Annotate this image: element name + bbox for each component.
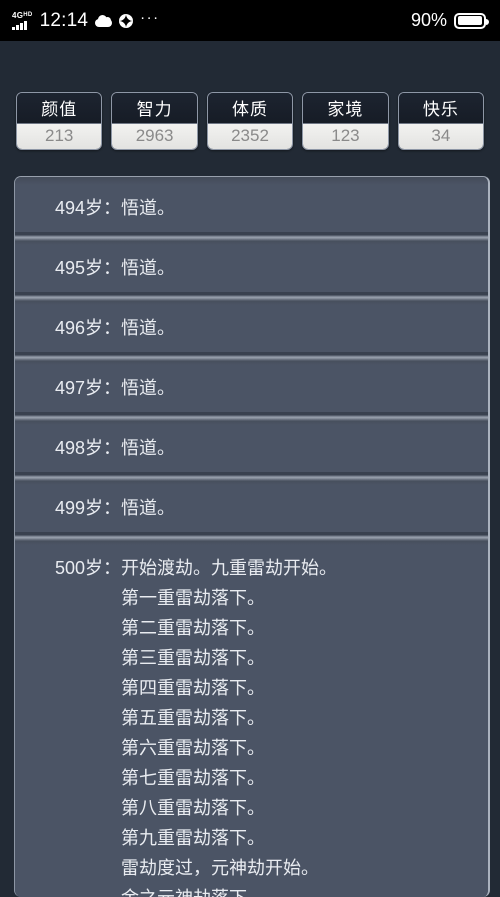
log-row-separator	[15, 352, 488, 365]
stat-label: 快乐	[398, 93, 484, 124]
log-row-text: 悟道。	[121, 318, 176, 338]
cloud-weather-icon	[95, 14, 113, 27]
log-row-separator	[15, 472, 488, 485]
fan-icon	[119, 13, 134, 28]
log-row[interactable]: 494岁：悟道。	[15, 185, 488, 232]
more-dots-icon: ···	[140, 9, 160, 26]
stat-label: 智力	[112, 93, 197, 124]
log-row-line: 第五重雷劫落下。	[121, 708, 266, 728]
stat-value: 2963	[112, 124, 197, 149]
log-row-age: 499岁：	[55, 498, 122, 518]
log-row-age: 495岁：	[55, 258, 122, 278]
log-row-text: 悟道。	[121, 378, 176, 398]
log-row-text: 悟道。	[121, 198, 176, 218]
log-row-line: 第一重雷劫落下。	[121, 588, 266, 608]
log-row-age: 500岁：	[55, 558, 122, 578]
log-row-separator	[15, 412, 488, 425]
log-row-line: 第九重雷劫落下。	[121, 828, 266, 848]
stat-label: 体质	[207, 93, 293, 124]
stat-card-jiajing[interactable]: 家境 123	[302, 92, 389, 150]
log-row-lines: 开始渡劫。九重雷劫开始。 第一重雷劫落下。 第二重雷劫落下。 第三重雷劫落下。 第四重雷…	[121, 553, 478, 897]
log-row-line: 第八重雷劫落下。	[121, 798, 266, 818]
log-row-final[interactable]: 500岁： 开始渡劫。九重雷劫开始。 第一重雷劫落下。 第二重雷劫落下。 第三重雷劫落下…	[15, 545, 488, 897]
stat-value: 213	[17, 124, 102, 149]
log-row-separator	[15, 292, 488, 305]
log-row-age: 494岁：	[55, 198, 122, 218]
log-row-age: 497岁：	[55, 378, 122, 398]
log-row-line: 第六重雷劫落下。	[121, 738, 266, 758]
stat-card-tizhi[interactable]: 体质 2352	[206, 92, 294, 150]
log-row-separator	[15, 232, 488, 245]
event-log-inner: 494岁：悟道。 495岁：悟道。 496岁：悟道。 497岁：悟道。 498岁：悟道。…	[15, 177, 488, 897]
status-bar-clock: 12:14	[39, 9, 89, 31]
network-hd-label: HD	[23, 11, 33, 18]
battery-percent-label: 90%	[410, 10, 447, 30]
log-row-separator	[15, 532, 488, 545]
log-row-age: 498岁：	[55, 438, 122, 458]
status-bar: 4GHD 12:14 ··· 90%	[0, 0, 500, 41]
log-row[interactable]: 495岁：悟道。	[15, 245, 488, 292]
log-row-text: 悟道。	[121, 438, 176, 458]
log-row-line: 第四重雷劫落下。	[121, 678, 266, 698]
event-log-list[interactable]: 494岁：悟道。 495岁：悟道。 496岁：悟道。 497岁：悟道。 498岁：悟道。…	[14, 176, 490, 897]
log-row-line: 第二重雷劫落下。	[121, 618, 266, 638]
log-row-text: 悟道。	[121, 498, 176, 518]
stat-label: 家境	[303, 93, 388, 124]
log-row-line: 第七重雷劫落下。	[121, 768, 266, 788]
log-row-text: 悟道。	[121, 258, 176, 278]
log-row[interactable]: 498岁：悟道。	[15, 425, 488, 472]
log-row[interactable]: 499岁：悟道。	[15, 485, 488, 532]
signal-bars-icon: 4GHD	[12, 10, 33, 30]
log-row[interactable]: 496岁：悟道。	[15, 305, 488, 352]
log-row[interactable]: 497岁：悟道。	[15, 365, 488, 412]
log-row-age: 496岁：	[55, 318, 122, 338]
stat-card-kuaile[interactable]: 快乐 34	[397, 92, 485, 150]
stats-row: 颜值 213 智力 2963 体质 2352 家境 123 快乐 34	[0, 92, 500, 150]
log-row-line: 第三重雷劫落下。	[121, 648, 266, 668]
log-top-edge	[15, 177, 488, 185]
log-row-line: 金之元神劫落下。	[121, 883, 478, 897]
log-row-line: 雷劫度过，元神劫开始。	[121, 858, 320, 878]
stat-label: 颜值	[17, 93, 102, 124]
stat-value: 123	[303, 124, 388, 149]
stat-card-yanzhi[interactable]: 颜值 213	[16, 92, 103, 150]
network-type-label: 4G	[12, 10, 24, 20]
battery-icon	[454, 12, 489, 29]
status-bar-right: 90%	[410, 10, 489, 31]
status-bar-left: 4GHD 12:14 ···	[12, 10, 160, 32]
stat-value: 34	[398, 124, 484, 149]
stat-card-zhili[interactable]: 智力 2963	[111, 92, 198, 150]
stat-value: 2352	[207, 124, 293, 149]
log-row-line: 开始渡劫。九重雷劫开始。	[121, 558, 338, 578]
